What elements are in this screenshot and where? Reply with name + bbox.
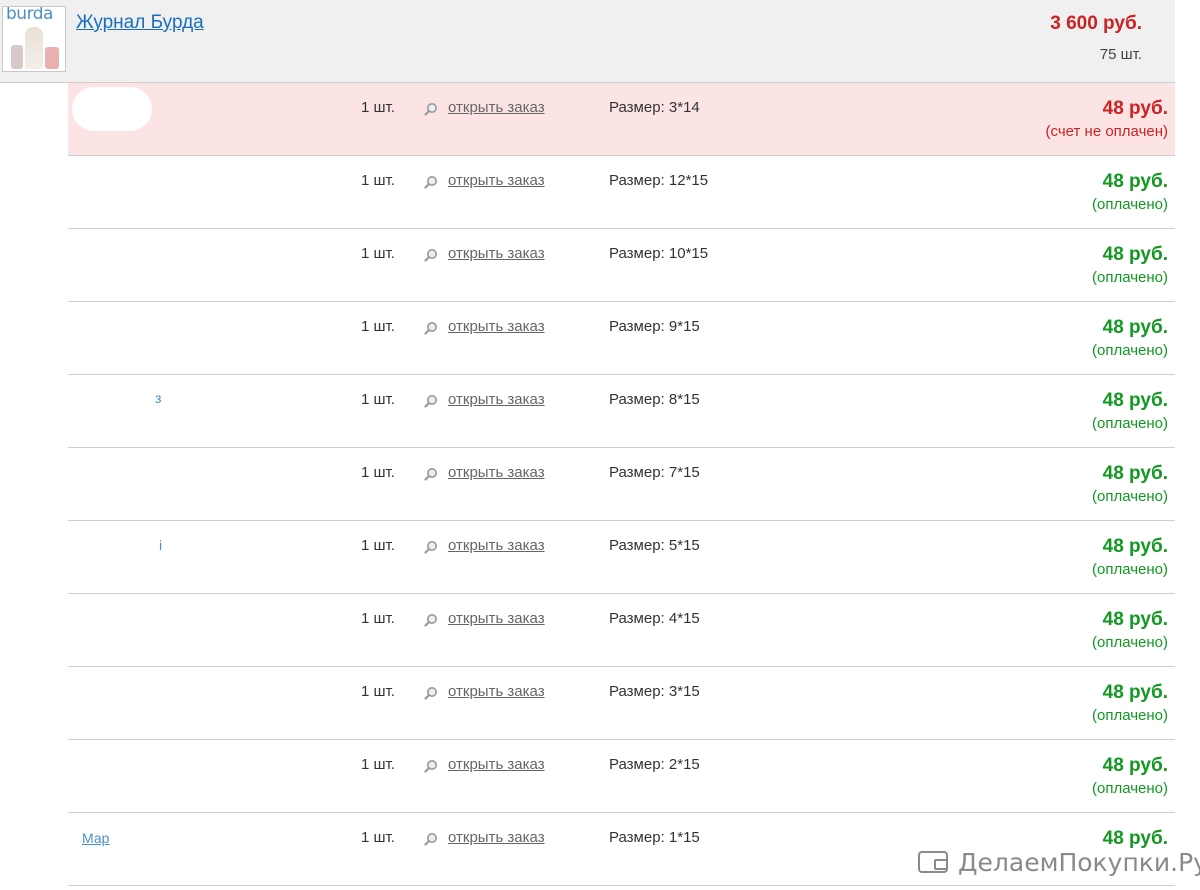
open-order-link[interactable]: открыть заказ <box>448 610 545 627</box>
open-order-link[interactable]: открыть заказ <box>448 829 545 846</box>
order-row: 1 шт. открыть заказ Размер: 7*15 48 руб. (оп… <box>68 448 1175 521</box>
name-fragment[interactable]: i <box>159 537 162 553</box>
payment-status: (оплачено) <box>1091 415 1168 432</box>
order-quantity: 1 шт. <box>361 99 395 116</box>
order-size: Размер: 10*15 <box>609 245 709 262</box>
order-price: 48 руб. <box>1102 317 1168 338</box>
order-price: 48 руб. <box>1102 536 1168 557</box>
order-price: 48 руб. <box>1102 171 1168 192</box>
total-quantity: 75 шт. <box>1099 46 1142 63</box>
order-quantity: 1 шт. <box>361 683 395 700</box>
magnifier-icon[interactable] <box>424 759 438 773</box>
cover-logo: burda <box>6 6 53 24</box>
order-row: 1 шт. открыть заказ Размер: 2*15 48 руб. (оп… <box>68 740 1175 813</box>
order-row: 1 шт. открыть заказ Размер: 3*14 48 руб. (сч… <box>68 83 1175 156</box>
payment-status: (оплачено) <box>1091 634 1168 651</box>
order-quantity: 1 шт. <box>361 318 395 335</box>
payment-status: (оплачено) <box>1091 269 1168 286</box>
total-price: 3 600 руб. <box>1050 13 1142 34</box>
magnifier-icon[interactable] <box>424 540 438 554</box>
magnifier-icon[interactable] <box>424 248 438 262</box>
order-size: Размер: 1*15 <box>609 829 700 846</box>
magnifier-icon[interactable] <box>424 613 438 627</box>
wallet-icon <box>918 851 948 873</box>
open-order-link[interactable]: открыть заказ <box>448 245 545 262</box>
payment-status: (оплачено) <box>1091 780 1168 797</box>
order-quantity: 1 шт. <box>361 464 395 481</box>
order-price: 48 руб. <box>1102 98 1168 119</box>
order-quantity: 1 шт. <box>361 245 395 262</box>
open-order-link[interactable]: открыть заказ <box>448 99 545 116</box>
magnifier-icon[interactable] <box>424 832 438 846</box>
cover-model <box>25 27 43 69</box>
product-header: burda Журнал Бурда 3 600 руб. 75 шт. <box>0 0 1175 83</box>
order-price: 48 руб. <box>1102 244 1168 265</box>
magnifier-icon[interactable] <box>424 175 438 189</box>
order-price: 48 руб. <box>1102 755 1168 776</box>
order-size: Размер: 5*15 <box>609 537 700 554</box>
open-order-link[interactable]: открыть заказ <box>448 172 545 189</box>
order-quantity: 1 шт. <box>361 537 395 554</box>
open-order-link[interactable]: открыть заказ <box>448 756 545 773</box>
order-row: 1 шт. открыть заказ Размер: 5*15 48 руб. (оп… <box>68 521 1175 594</box>
payment-status: (оплачено) <box>1091 342 1168 359</box>
order-size: Размер: 7*15 <box>609 464 700 481</box>
open-order-link[interactable]: открыть заказ <box>448 318 545 335</box>
magnifier-icon[interactable] <box>424 467 438 481</box>
product-title-link[interactable]: Журнал Бурда <box>76 12 204 34</box>
name-fragment[interactable]: з <box>155 390 161 406</box>
site-watermark: ДелаемПокупки.Ру <box>918 845 1200 879</box>
order-row: 1 шт. открыть заказ Размер: 4*15 48 руб. (оп… <box>68 594 1175 667</box>
masked-customer-name <box>72 87 152 131</box>
payment-status: (оплачено) <box>1091 707 1168 724</box>
order-size: Размер: 8*15 <box>609 391 700 408</box>
payment-status: (счет не оплачен) <box>1045 123 1168 140</box>
magnifier-icon[interactable] <box>424 686 438 700</box>
open-order-link[interactable]: открыть заказ <box>448 537 545 554</box>
order-quantity: 1 шт. <box>361 829 395 846</box>
order-row: 1 шт. открыть заказ Размер: 9*15 48 руб. (оп… <box>68 302 1175 375</box>
order-size: Размер: 3*15 <box>609 683 700 700</box>
watermark-text: ДелаемПокупки.Ру <box>958 847 1200 877</box>
order-price: 48 руб. <box>1102 390 1168 411</box>
order-price: 48 руб. <box>1102 463 1168 484</box>
order-size: Размер: 12*15 <box>609 172 709 189</box>
order-size: Размер: 3*14 <box>609 99 700 116</box>
order-size: Размер: 9*15 <box>609 318 700 335</box>
order-row: 1 шт. открыть заказ Размер: 12*15 48 руб. (о… <box>68 156 1175 229</box>
order-row: 1 шт. открыть заказ Размер: 3*15 48 руб. (оп… <box>68 667 1175 740</box>
order-quantity: 1 шт. <box>361 610 395 627</box>
name-fragment[interactable]: Мар <box>82 830 109 846</box>
order-quantity: 1 шт. <box>361 391 395 408</box>
magazine-cover-thumbnail[interactable]: burda <box>2 6 66 72</box>
magnifier-icon[interactable] <box>424 394 438 408</box>
order-price: 48 руб. <box>1102 609 1168 630</box>
order-quantity: 1 шт. <box>361 172 395 189</box>
payment-status: (оплачено) <box>1091 561 1168 578</box>
order-quantity: 1 шт. <box>361 756 395 773</box>
order-price: 48 руб. <box>1102 682 1168 703</box>
order-list: 1 шт. открыть заказ Размер: 3*14 48 руб. (сч… <box>68 83 1175 886</box>
order-row: 1 шт. открыть заказ Размер: 10*15 48 руб. (о… <box>68 229 1175 302</box>
order-size: Размер: 2*15 <box>609 756 700 773</box>
magnifier-icon[interactable] <box>424 102 438 116</box>
magnifier-icon[interactable] <box>424 321 438 335</box>
open-order-link[interactable]: открыть заказ <box>448 683 545 700</box>
cover-figure <box>11 45 23 69</box>
payment-status: (оплачено) <box>1091 488 1168 505</box>
order-row: 1 шт. открыть заказ Размер: 8*15 48 руб. (оп… <box>68 375 1175 448</box>
open-order-link[interactable]: открыть заказ <box>448 391 545 408</box>
order-size: Размер: 4*15 <box>609 610 700 627</box>
payment-status: (оплачено) <box>1091 196 1168 213</box>
cover-figure <box>45 47 59 69</box>
open-order-link[interactable]: открыть заказ <box>448 464 545 481</box>
